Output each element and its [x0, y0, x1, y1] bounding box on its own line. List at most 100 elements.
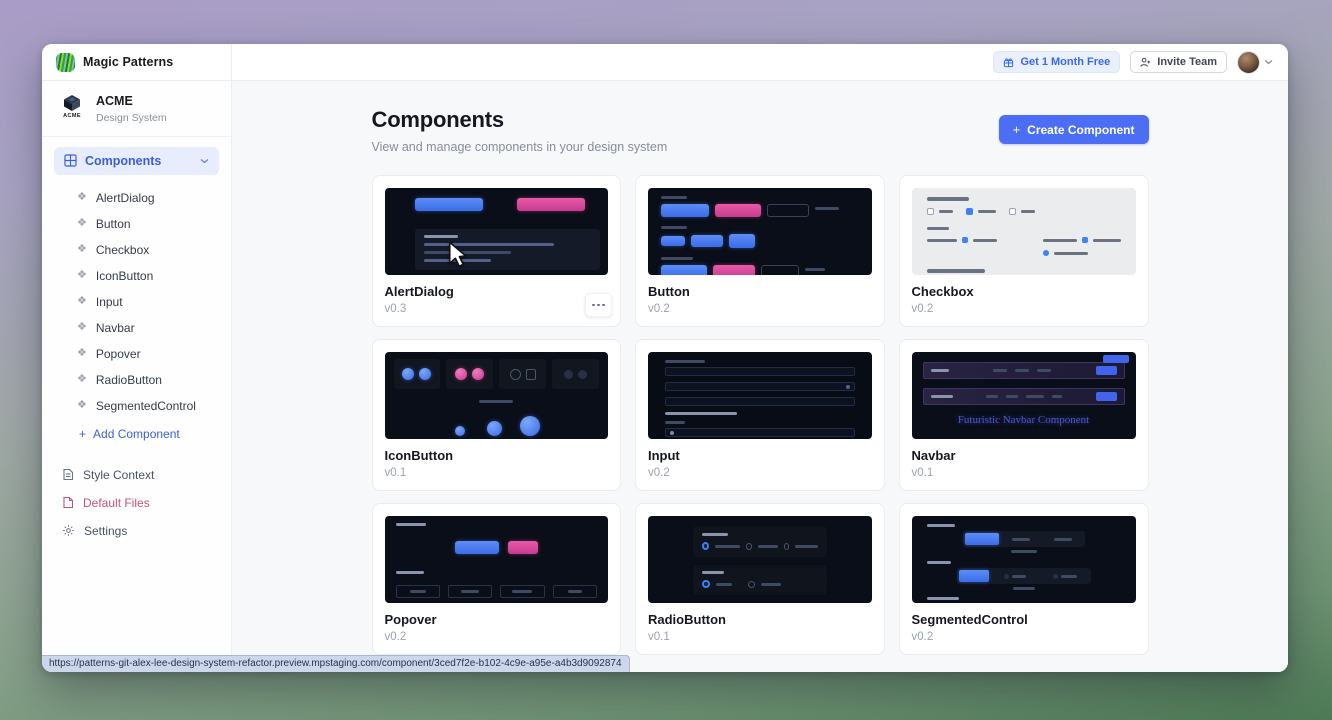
card-menu-button[interactable]: [585, 293, 612, 317]
invite-team-button[interactable]: Invite Team: [1130, 51, 1227, 73]
plus-icon: +: [79, 427, 86, 441]
gift-icon: [1003, 57, 1014, 68]
mock-input-field: [665, 367, 855, 376]
sidebar-item-popover[interactable]: ❖Popover: [42, 341, 231, 367]
component-label: SegmentedControl: [96, 399, 196, 413]
mouse-cursor: [447, 241, 469, 267]
ellipsis-icon: [597, 304, 600, 307]
sidebar-item-input[interactable]: ❖Input: [42, 289, 231, 315]
card-name: Input: [648, 448, 872, 463]
sidebar-item-style-context[interactable]: Style Context: [42, 461, 231, 489]
card-version: v0.1: [385, 467, 609, 479]
sidebar-item-alertdialog[interactable]: ❖AlertDialog: [42, 185, 231, 211]
sidebar-item-components[interactable]: Components: [54, 147, 219, 175]
card-segmentedcontrol[interactable]: SegmentedControl v0.2: [899, 503, 1149, 655]
brand-name: Magic Patterns: [83, 55, 173, 69]
style-context-label: Style Context: [83, 468, 154, 482]
sidebar-item-segmentedcontrol[interactable]: ❖ SegmentedControl: [42, 393, 231, 419]
component-icon: ❖: [77, 218, 87, 229]
get-month-free-button[interactable]: Get 1 Month Free: [993, 51, 1120, 73]
component-icon: ❖: [77, 270, 87, 281]
card-version: v0.3: [385, 303, 609, 315]
create-component-button[interactable]: + Create Component: [999, 115, 1149, 144]
mock-position-button: [500, 585, 544, 598]
card-navbar[interactable]: Futuristic Navbar Component Navbar v0.1: [899, 339, 1149, 491]
sidebar-item-radiobutton[interactable]: ❖RadioButton: [42, 367, 231, 393]
component-label: Popover: [96, 347, 141, 361]
sidebar-item-default-files[interactable]: Default Files: [42, 489, 231, 517]
card-alertdialog[interactable]: AlertDialog v0.3: [372, 175, 622, 327]
mock-icon-panel: [394, 359, 441, 389]
component-label: RadioButton: [96, 373, 162, 387]
document-icon: [62, 468, 74, 481]
mock-section: [661, 257, 859, 275]
card-radiobutton[interactable]: RadioButton v0.1: [635, 503, 885, 655]
account-menu[interactable]: [1237, 51, 1273, 74]
mock-position-button: [396, 585, 440, 598]
card-checkbox[interactable]: Checkbox v0.2: [899, 175, 1149, 327]
component-icon: ❖: [77, 244, 87, 255]
input-preview: [648, 352, 872, 439]
component-grid: AlertDialog v0.3: [372, 175, 1149, 655]
chevron-down-icon: [1264, 59, 1273, 65]
radiobutton-preview: [648, 516, 872, 603]
mock-radio-group: [693, 526, 827, 557]
sidebar-item-navbar[interactable]: ❖Navbar: [42, 315, 231, 341]
card-popover[interactable]: Popover v0.2: [372, 503, 622, 655]
mock-checkbox-row: [927, 208, 1121, 215]
mock-code-panel: [415, 229, 601, 270]
desktop-background: { "browser": { "status_url": "https://pa…: [0, 0, 1332, 720]
popover-preview: [385, 516, 609, 603]
invite-team-label: Invite Team: [1157, 56, 1217, 68]
card-version: v0.2: [648, 303, 872, 315]
component-label: IconButton: [96, 269, 153, 283]
header-actions: Get 1 Month Free Invite Team: [232, 44, 1288, 80]
workspace-name: ACME: [96, 94, 167, 110]
mock-input-field: [665, 382, 855, 391]
component-icon: ❖: [77, 400, 87, 411]
card-version: v0.1: [648, 631, 872, 643]
mock-icon-panel: [499, 359, 546, 389]
add-component-button[interactable]: +Add Component: [42, 419, 231, 449]
card-button[interactable]: Button v0.2: [635, 175, 885, 327]
mock-section: [661, 226, 859, 248]
sidebar-item-checkbox[interactable]: ❖ Checkbox: [42, 237, 231, 263]
mock-nav-button: [1103, 355, 1129, 363]
acme-logo-text: ACME: [63, 113, 81, 119]
card-input[interactable]: Input v0.2: [635, 339, 885, 491]
card-name: Checkbox: [912, 284, 1136, 299]
segmentedcontrol-preview: [912, 516, 1136, 603]
component-label: Input: [96, 295, 123, 309]
page-subtitle: View and manage components in your desig…: [372, 140, 668, 154]
mock-input-field: [665, 397, 855, 406]
navbar-preview-text: Futuristic Navbar Component: [923, 414, 1125, 426]
sidebar: ACME ACME Design System Components ❖Aler…: [42, 81, 232, 672]
sidebar-item-button[interactable]: ❖ Button: [42, 211, 231, 237]
mock-position-button: [448, 585, 492, 598]
alertdialog-preview: [385, 188, 609, 275]
card-iconbutton[interactable]: IconButton v0.1: [372, 339, 622, 491]
button-preview: [648, 188, 872, 275]
create-component-label: Create Component: [1027, 123, 1134, 137]
default-files-label: Default Files: [83, 496, 150, 510]
workspace-switcher[interactable]: ACME ACME Design System: [42, 81, 231, 137]
component-icon: ❖: [77, 322, 87, 333]
card-name: Button: [648, 284, 872, 299]
mock-input-field: [665, 428, 855, 437]
brand-area[interactable]: Magic Patterns: [42, 44, 232, 80]
plus-icon: +: [1013, 122, 1021, 137]
page-title: Components: [372, 107, 668, 133]
card-name: RadioButton: [648, 612, 872, 627]
sidebar-item-iconbutton[interactable]: ❖ IconButton: [42, 263, 231, 289]
card-version: v0.2: [912, 303, 1136, 315]
workspace-subtitle: Design System: [96, 112, 167, 124]
sidebar-item-settings[interactable]: Settings: [42, 517, 231, 545]
card-name: SegmentedControl: [912, 612, 1136, 627]
card-version: v0.2: [912, 631, 1136, 643]
main-content: Components View and manage components in…: [232, 81, 1288, 672]
component-label: Checkbox: [96, 243, 149, 257]
settings-label: Settings: [84, 524, 127, 538]
component-label: Button: [96, 217, 131, 231]
mock-segmented-row: [927, 561, 1121, 590]
card-version: v0.2: [648, 467, 872, 479]
